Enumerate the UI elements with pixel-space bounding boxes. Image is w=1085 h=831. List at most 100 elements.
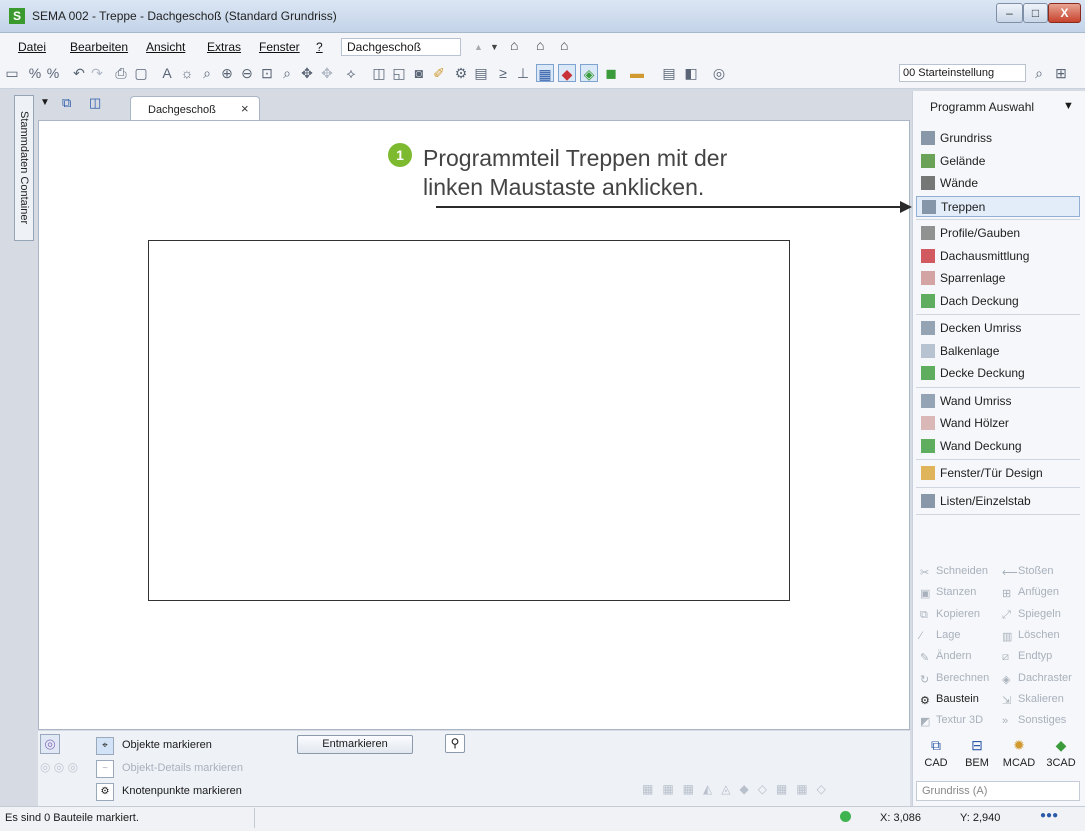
roof-view-icon[interactable]: ◆ (558, 64, 576, 82)
menu-help[interactable]: ? (316, 40, 323, 54)
menu-bearbeiten[interactable]: Bearbeiten (70, 40, 128, 54)
tool-löschen[interactable]: ▥ Löschen (1000, 629, 1080, 643)
tool-schneiden[interactable]: ✂ Schneiden (918, 565, 998, 579)
level-up-icon[interactable]: ▲ (474, 42, 483, 52)
open-folder-icon[interactable]: ▭ (3, 64, 21, 82)
view-3d-icon[interactable]: ◙ (410, 64, 428, 82)
zoom-icon[interactable]: ⌕ (198, 64, 216, 82)
program-select[interactable]: Programm Auswahl (930, 100, 1034, 114)
cube-icon[interactable]: ◼ (602, 64, 620, 82)
camera-icon[interactable]: ◎ (710, 64, 728, 82)
module-3cad[interactable]: 3CAD (1041, 757, 1081, 769)
menu-extras[interactable]: Extras (207, 40, 241, 54)
frame-icon[interactable]: ◫ (370, 64, 388, 82)
level-select[interactable]: Dachgeschoß (341, 38, 461, 56)
tool-endtyp[interactable]: ⧄ Endtyp (1000, 650, 1080, 663)
mark-objects-row[interactable]: ⌖ Objekte markieren (96, 737, 212, 755)
program-item-treppen[interactable]: Treppen (916, 195, 1080, 217)
3cad-icon[interactable]: ◆ (1041, 737, 1081, 754)
search-settings-icon[interactable]: ⌕ (1030, 64, 1048, 82)
program-item-decken-umriss[interactable]: Decken Umriss (916, 318, 1080, 339)
tool-stanzen[interactable]: ▣ Stanzen (918, 586, 998, 600)
dimension-icon[interactable]: ⊥ (514, 64, 532, 82)
view-select[interactable]: Grundriss (A) (916, 781, 1080, 801)
level-down-icon[interactable]: ▼ (490, 42, 499, 52)
module-bem[interactable]: BEM (957, 757, 997, 769)
menu-ansicht[interactable]: Ansicht (146, 40, 185, 54)
program-item-decke-deckung[interactable]: Decke Deckung (916, 363, 1080, 384)
font-size-icon[interactable]: A (158, 64, 176, 82)
tool-textur-3d[interactable]: ◩ Textur 3D (918, 714, 998, 728)
program-item-sparrenlage[interactable]: Sparrenlage (916, 268, 1080, 289)
tool-dachraster[interactable]: ◈ Dachraster (1000, 672, 1080, 686)
percent-icon[interactable]: % (26, 64, 44, 82)
rotate-view-icon[interactable]: ✥ (318, 64, 336, 82)
program-item-gelände[interactable]: Gelände (916, 151, 1080, 172)
program-item-grundriss[interactable]: Grundriss (916, 128, 1080, 149)
bem-icon[interactable]: ⊟ (957, 737, 997, 754)
cad-icon[interactable]: ⧉ (916, 737, 956, 754)
snap-icon[interactable]: ⟡ (342, 64, 360, 82)
settings-manage-icon[interactable]: ⊞ (1052, 64, 1070, 82)
undo-icon[interactable]: ↶ (70, 64, 88, 82)
tool-lage[interactable]: ⁄ Lage (918, 629, 998, 642)
new-window-icon[interactable]: ⧉ (62, 95, 71, 111)
percent-edit-icon[interactable]: % (44, 64, 62, 82)
layers-icon[interactable]: ▤ (660, 64, 678, 82)
dxf-icon[interactable]: ▤ (472, 64, 490, 82)
tool-spiegeln[interactable]: ⤢ Spiegeln (1000, 608, 1080, 621)
measure-icon[interactable]: ≥ (494, 64, 512, 82)
wall-tool-icon[interactable]: ◱ (390, 64, 408, 82)
program-item-fenster-tür-design[interactable]: Fenster/Tür Design (916, 463, 1080, 484)
maximize-button[interactable]: □ (1023, 3, 1048, 23)
program-item-wände[interactable]: Wände (916, 173, 1080, 194)
program-item-profile-gauben[interactable]: Profile/Gauben (916, 223, 1080, 244)
print-icon[interactable]: ⎙ (112, 64, 130, 82)
menu-fenster[interactable]: Fenster (259, 40, 300, 54)
tool-stoßen[interactable]: ⟵ Stoßen (1000, 565, 1080, 579)
close-button[interactable]: X (1048, 3, 1081, 23)
tool-ändern[interactable]: ✎ Ändern (918, 650, 998, 664)
split-view-icon[interactable]: ◫ (89, 95, 101, 111)
model-view-icon[interactable]: ◈ (580, 64, 598, 82)
tool-sonstiges[interactable]: » Sonstiges (1000, 714, 1080, 727)
zoom-window-icon[interactable]: ⊡ (258, 64, 276, 82)
module-cad[interactable]: CAD (916, 757, 956, 769)
mark-nodes-row[interactable]: ⚙ Knotenpunkte markieren (96, 783, 242, 801)
program-item-wand-hölzer[interactable]: Wand Hölzer (916, 413, 1080, 434)
tool-skalieren[interactable]: ⇲ Skalieren (1000, 693, 1080, 707)
tool-berechnen[interactable]: ↻ Berechnen (918, 672, 998, 686)
window-layout-icon[interactable]: ◧ (682, 64, 700, 82)
house-icon[interactable]: ⌂ (510, 37, 518, 53)
module-mcad[interactable]: MCAD (999, 757, 1039, 769)
program-item-wand-deckung[interactable]: Wand Deckung (916, 436, 1080, 457)
tool-baustein[interactable]: ⚙ Baustein (918, 693, 998, 707)
pan-icon[interactable]: ✥ (298, 64, 316, 82)
unmark-button[interactable]: Entmarkieren (297, 735, 413, 754)
program-item-balkenlage[interactable]: Balkenlage (916, 341, 1080, 362)
house-filled-icon[interactable]: ⌂ (536, 37, 544, 53)
settings-select[interactable]: 00 Starteinstellung (899, 64, 1026, 82)
program-item-dachausmittlung[interactable]: Dachausmittlung (916, 246, 1080, 267)
menu-datei[interactable]: Datei (18, 40, 46, 54)
mcad-icon[interactable]: ✹ (999, 737, 1039, 754)
close-tab-icon[interactable]: × (241, 101, 249, 116)
dropdown-arrow-icon[interactable]: ▼ (40, 97, 50, 108)
tool-kopieren[interactable]: ⧉ Kopieren (918, 608, 998, 621)
print-preview-icon[interactable]: ▢ (132, 64, 150, 82)
layers-stack-icon[interactable]: ◎ (40, 734, 60, 754)
chevron-down-icon[interactable]: ▼ (1063, 100, 1074, 112)
zoom-all-icon[interactable]: ⌕ (278, 64, 296, 82)
mark-details-row[interactable]: ~ Objekt-Details markieren (96, 760, 243, 778)
minimize-button[interactable]: – (996, 3, 1023, 23)
zoom-in-icon[interactable]: ⊕ (218, 64, 236, 82)
layer-view-icon[interactable]: ▦ (536, 64, 554, 82)
color-icon[interactable]: ▬ (628, 64, 646, 82)
program-item-dach-deckung[interactable]: Dach Deckung (916, 291, 1080, 312)
program-item-wand-umriss[interactable]: Wand Umriss (916, 391, 1080, 412)
zoom-out-icon[interactable]: ⊖ (238, 64, 256, 82)
tool-anfügen[interactable]: ⊞ Anfügen (1000, 586, 1080, 600)
redo-icon[interactable]: ↷ (88, 64, 106, 82)
search-user-icon[interactable]: ⚲ (445, 734, 465, 753)
stammdaten-container-tab[interactable]: Stammdaten Container (14, 95, 34, 241)
